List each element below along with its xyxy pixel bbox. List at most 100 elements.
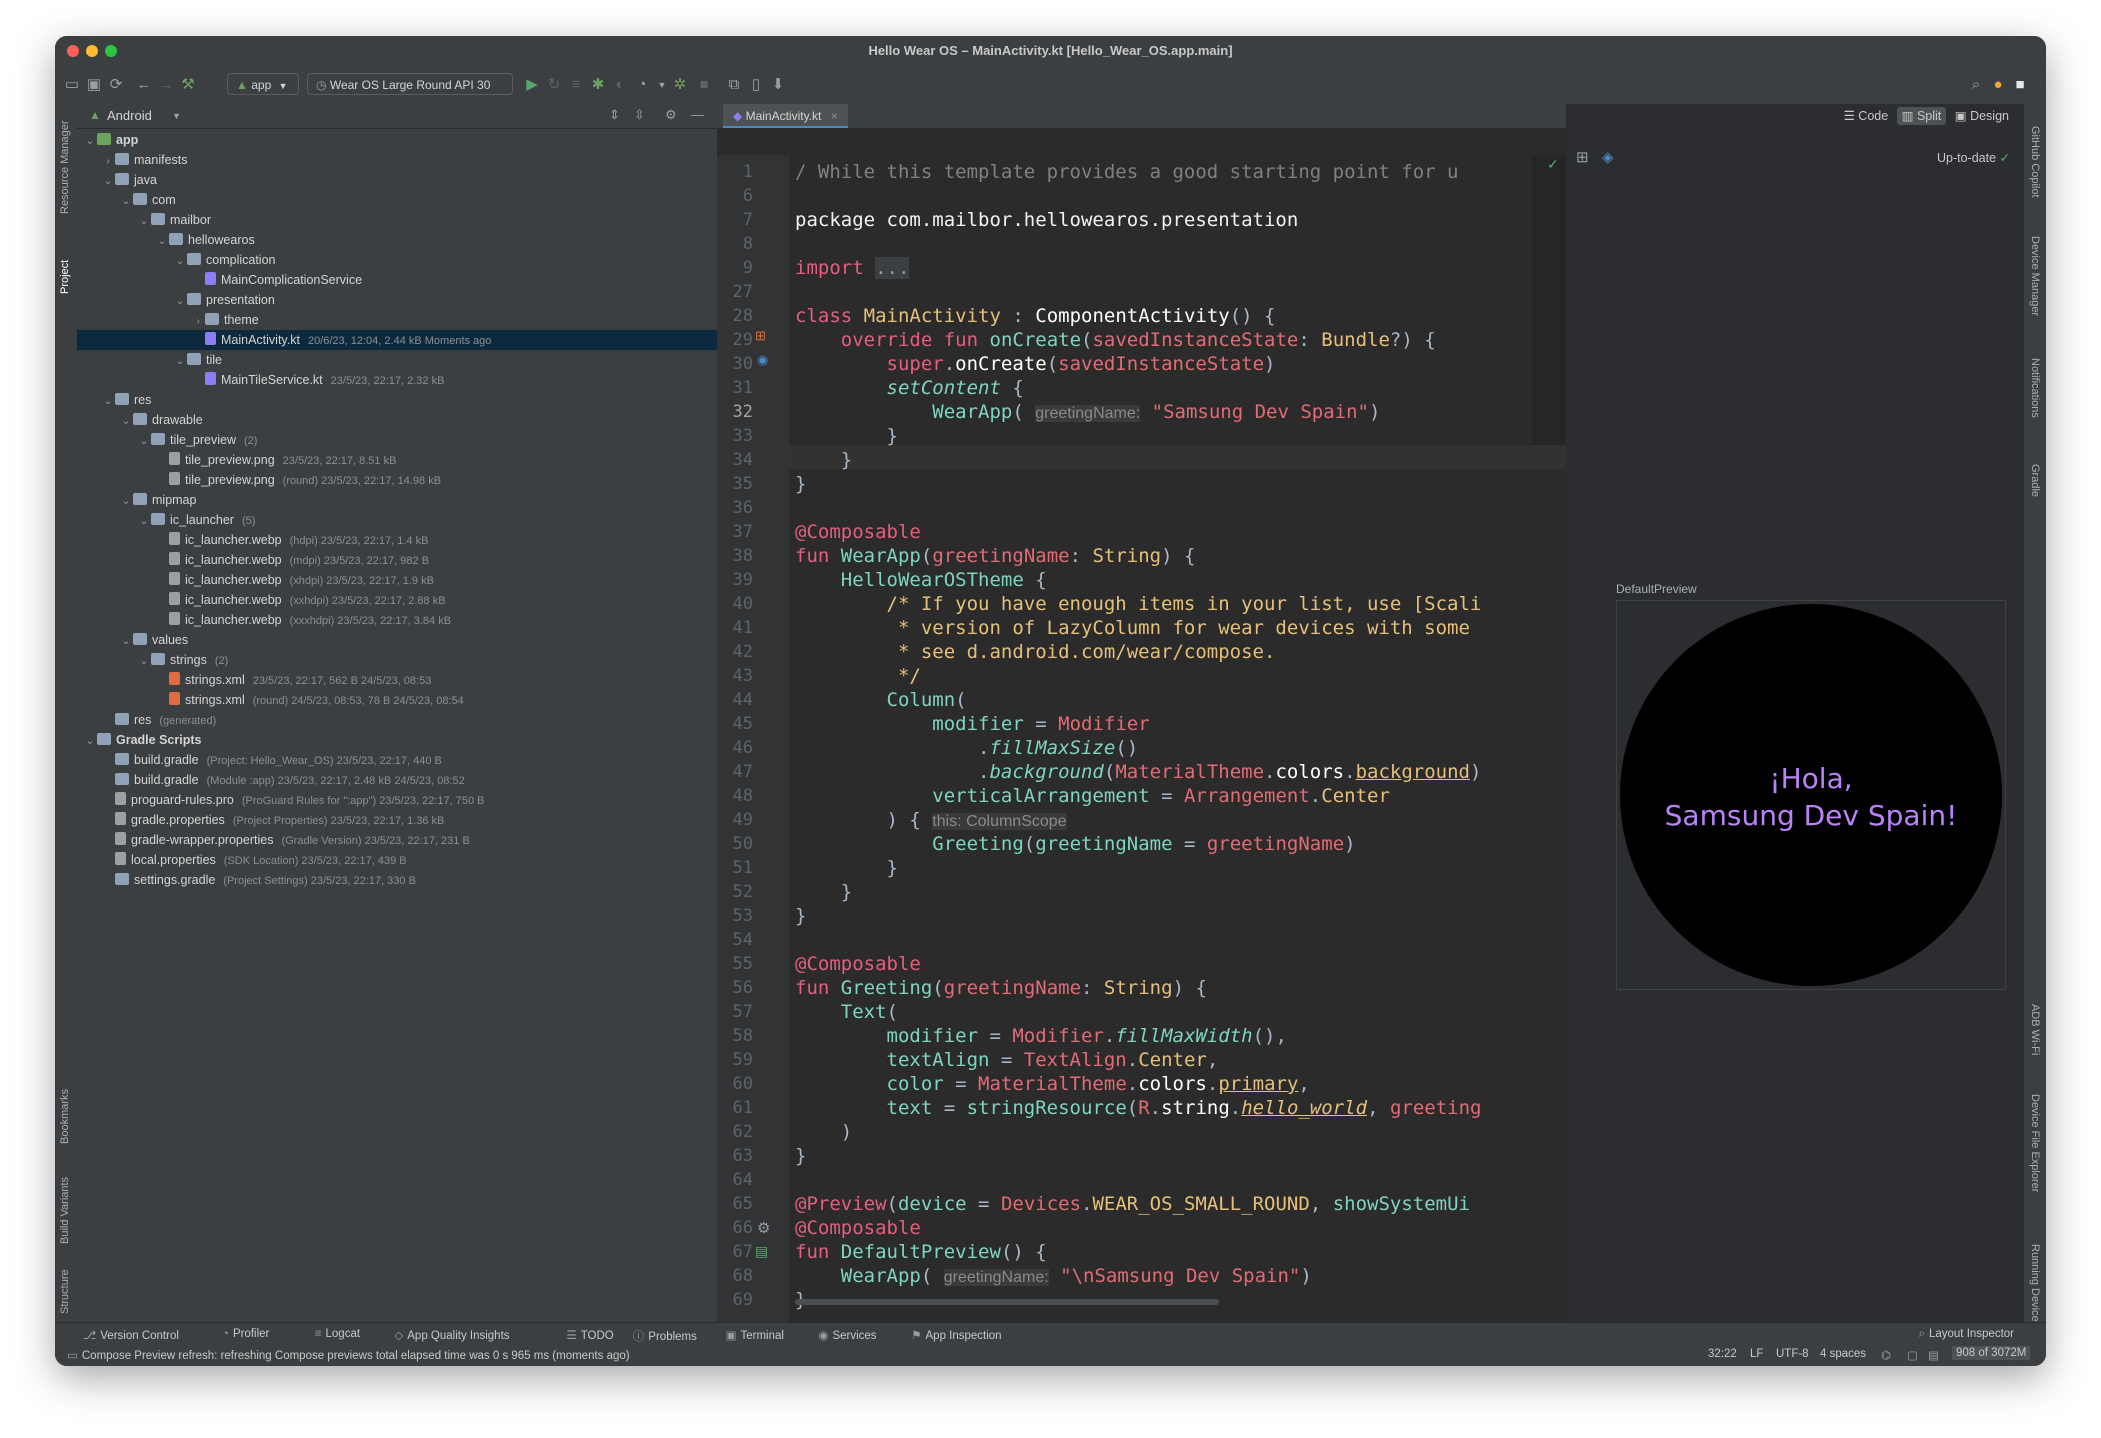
chevron-icon[interactable]: ⌄	[119, 632, 133, 652]
memory-indicator[interactable]: 908 of 3072M	[1952, 1346, 2031, 1360]
chevron-icon[interactable]: ⌄	[155, 232, 169, 252]
chevron-icon[interactable]: ›	[191, 312, 205, 332]
code-line[interactable]: }	[795, 472, 806, 496]
bottom-tool-tab[interactable]: ⎇ Version Control	[83, 1328, 179, 1342]
code-line[interactable]: modifier = Modifier	[795, 712, 1149, 736]
tree-item[interactable]: MainComplicationService	[77, 270, 717, 290]
tree-item[interactable]: local.properties (SDK Location) 23/5/23, …	[77, 850, 717, 870]
tree-item[interactable]: ⌄ complication	[77, 250, 717, 270]
coverage-icon[interactable]: ◐	[611, 76, 629, 94]
code-line[interactable]: modifier = Modifier.fillMaxWidth(),	[795, 1024, 1287, 1048]
code-line[interactable]: setContent {	[795, 376, 1024, 400]
tree-item[interactable]: ⌄ presentation	[77, 290, 717, 310]
tree-item[interactable]: ⌄ java	[77, 170, 717, 190]
bookmarks-tab[interactable]: Bookmarks	[59, 1089, 71, 1144]
bottom-tool-tab[interactable]: ◉ Services	[818, 1328, 876, 1342]
code-line[interactable]: @Composable	[795, 952, 921, 976]
running-devices-tab[interactable]: Running Devices	[2029, 1244, 2041, 1327]
chevron-icon[interactable]: ⌄	[173, 252, 187, 272]
tree-item[interactable]: res (generated)	[77, 710, 717, 730]
code-line[interactable]: @Composable	[795, 520, 921, 544]
tree-item[interactable]: proguard-rules.pro (ProGuard Rules for ":…	[77, 790, 717, 810]
code-line[interactable]: }	[795, 856, 898, 880]
tree-item[interactable]: tile_preview.png (round) 23/5/23, 22:17, …	[77, 470, 717, 490]
tree-item[interactable]: ⌄ ic_launcher (5)	[77, 510, 717, 530]
tree-item[interactable]: ⌄ tile	[77, 350, 717, 370]
code-line[interactable]: super.onCreate(savedInstanceState)	[795, 352, 1276, 376]
run-icon[interactable]: ▶	[523, 76, 541, 94]
code-line[interactable]: color = MaterialTheme.colors.primary,	[795, 1072, 1310, 1096]
save-icon[interactable]: ▣	[85, 76, 103, 94]
tree-item[interactable]: ⌄ mailbor	[77, 210, 717, 230]
inspection-ok-icon[interactable]: ✓	[1547, 156, 1559, 173]
tree-item[interactable]: ic_launcher.webp (xhdpi) 23/5/23, 22:17, …	[77, 570, 717, 590]
code-line[interactable]: )	[795, 1120, 852, 1144]
apply-changes-icon[interactable]: ↻	[545, 76, 563, 94]
collapse-all-icon[interactable]: ⇳	[634, 107, 645, 123]
device-file-explorer-tab[interactable]: Device File Explorer	[2029, 1094, 2041, 1192]
device-select[interactable]: ◷ Wear OS Large Round API 30 ▼	[307, 73, 513, 113]
tree-item[interactable]: tile_preview.png 23/5/23, 22:17, 8.51 kB	[77, 450, 717, 470]
open-folder-icon[interactable]: ▭	[63, 76, 81, 94]
code-line[interactable]: HelloWearOSTheme {	[795, 568, 1047, 592]
code-line[interactable]: WearApp( greetingName: "Samsung Dev Spai…	[795, 400, 1380, 426]
file-encoding[interactable]: UTF-8	[1776, 1348, 1809, 1360]
bottom-tool-tab[interactable]: ⓘ Problems	[633, 1328, 697, 1344]
code-line[interactable]: }	[795, 424, 898, 448]
project-view-select[interactable]: Android	[107, 108, 152, 123]
layers-icon[interactable]: ◈	[1602, 148, 1614, 166]
notifications-tab[interactable]: Notifications	[2029, 358, 2041, 418]
tree-item[interactable]: ⌄ app	[77, 130, 717, 150]
expand-all-icon[interactable]: ⇕	[609, 107, 620, 123]
tree-item[interactable]: › theme	[77, 310, 717, 330]
code-line[interactable]: package com.mailbor.hellowearos.presenta…	[795, 208, 1298, 232]
sdk-manager-icon[interactable]: ⬇	[769, 76, 787, 94]
tree-item[interactable]: ⌄ drawable	[77, 410, 717, 430]
code-line[interactable]: /* If you have enough items in your list…	[795, 592, 1482, 616]
design-mode-button[interactable]: ▣ Design	[1950, 107, 2014, 125]
code-line[interactable]: class MainActivity : ComponentActivity()…	[795, 304, 1276, 328]
gear-icon[interactable]: ⚙	[665, 107, 677, 123]
tree-item[interactable]: › manifests	[77, 150, 717, 170]
chevron-icon[interactable]: ⌄	[101, 172, 115, 192]
gradle-tab[interactable]: Gradle	[2029, 464, 2041, 497]
code-line[interactable]: Text(	[795, 1000, 898, 1024]
code-line[interactable]: */	[795, 664, 921, 688]
tree-item[interactable]: ⌄ values	[77, 630, 717, 650]
tree-item[interactable]: ic_launcher.webp (xxhdpi) 23/5/23, 22:17,…	[77, 590, 717, 610]
apply-code-changes-icon[interactable]: ≡	[567, 76, 585, 94]
tree-item[interactable]: ⌄ com	[77, 190, 717, 210]
bottom-tool-tab[interactable]: ⚑ App Inspection	[911, 1328, 1001, 1342]
tree-item[interactable]: ⌄ Gradle Scripts	[77, 730, 717, 750]
code-line[interactable]: override fun onCreate(savedInstanceState…	[795, 328, 1436, 352]
code-line[interactable]: .background(MaterialTheme.colors.backgro…	[795, 760, 1481, 784]
code-line[interactable]: }	[795, 448, 852, 472]
context-icon[interactable]: ⌬	[1881, 1348, 1891, 1362]
code-line[interactable]: fun Greeting(greetingName: String) {	[795, 976, 1207, 1000]
code-line[interactable]: fun WearApp(greetingName: String) {	[795, 544, 1195, 568]
tab-mainactivity[interactable]: ◆ MainActivity.kt ×	[723, 104, 848, 128]
code-line[interactable]: verticalArrangement = Arrangement.Center	[795, 784, 1390, 808]
caret-position[interactable]: 32:22	[1708, 1348, 1737, 1360]
profile-icon[interactable]: ◔	[633, 76, 651, 94]
bottom-tool-tab[interactable]: ◔ Profiler	[222, 1328, 269, 1340]
indent-setting[interactable]: 4 spaces	[1820, 1348, 1866, 1360]
code-line[interactable]: }	[795, 880, 852, 904]
run-configuration-select[interactable]: ▲ app ▼	[227, 73, 299, 95]
tree-item[interactable]: ⌄ strings (2)	[77, 650, 717, 670]
horizontal-scrollbar[interactable]	[795, 1299, 1219, 1305]
structure-tab[interactable]: Structure	[59, 1269, 71, 1314]
update-notification-icon[interactable]: ●	[1989, 76, 2007, 94]
preview-settings-icon[interactable]: ⚙	[757, 1219, 770, 1237]
tree-item[interactable]: gradle-wrapper.properties (Gradle Version…	[77, 830, 717, 850]
device-mirror-icon[interactable]: ⧉	[725, 76, 743, 94]
code-line[interactable]: }	[795, 904, 806, 928]
chevron-icon[interactable]: ⌄	[137, 432, 151, 452]
tree-item[interactable]: ⌄ hellowearos	[77, 230, 717, 250]
preview-frame[interactable]: ¡Hola, Samsung Dev Spain!	[1616, 600, 2006, 990]
tree-item[interactable]: MainActivity.kt 20/6/23, 12:04, 2.44 kB M…	[77, 330, 717, 350]
sync-icon[interactable]: ⟳	[107, 76, 125, 94]
tree-item[interactable]: strings.xml 23/5/23, 22:17, 562 B 24/5/23…	[77, 670, 717, 690]
code-line[interactable]: }	[795, 1144, 806, 1168]
code-mode-button[interactable]: ☰ Code	[1839, 107, 1894, 125]
